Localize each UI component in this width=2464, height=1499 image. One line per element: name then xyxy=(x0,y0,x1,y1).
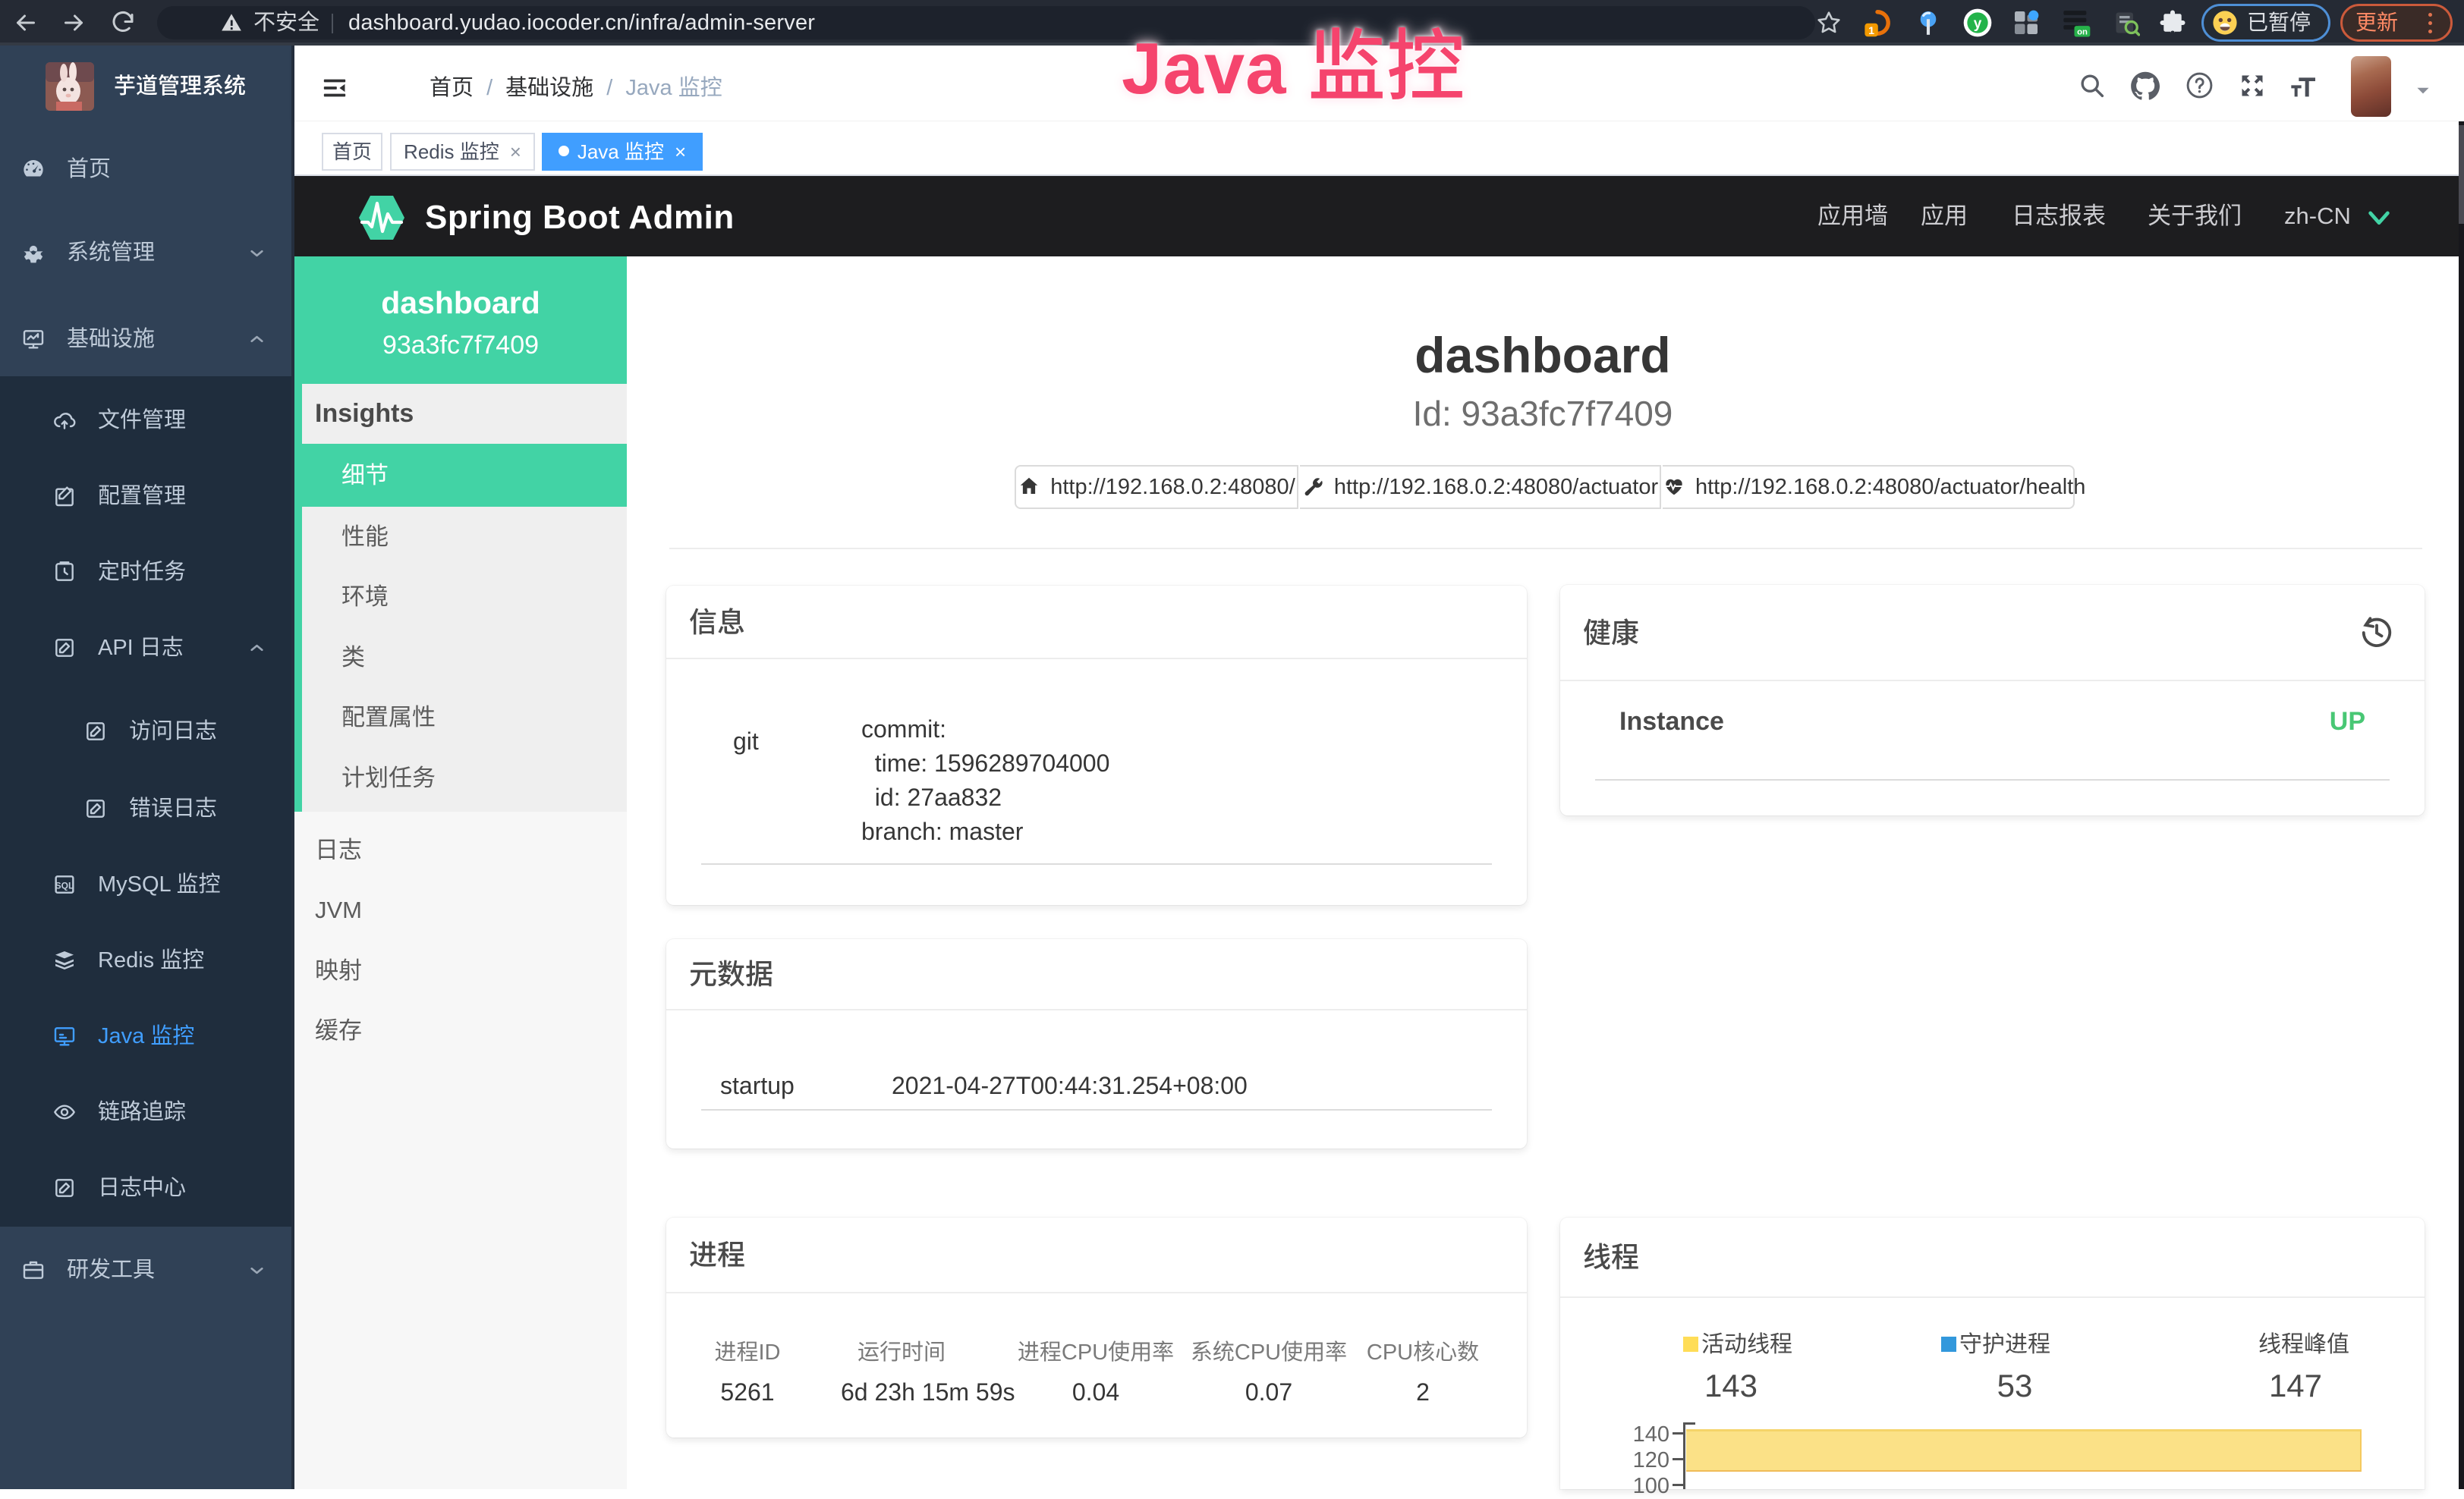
svg-text:1: 1 xyxy=(1868,25,1874,37)
svg-text:on: on xyxy=(2077,27,2088,36)
svg-text:y: y xyxy=(1974,16,1982,32)
svg-text:SQL: SQL xyxy=(55,880,74,891)
